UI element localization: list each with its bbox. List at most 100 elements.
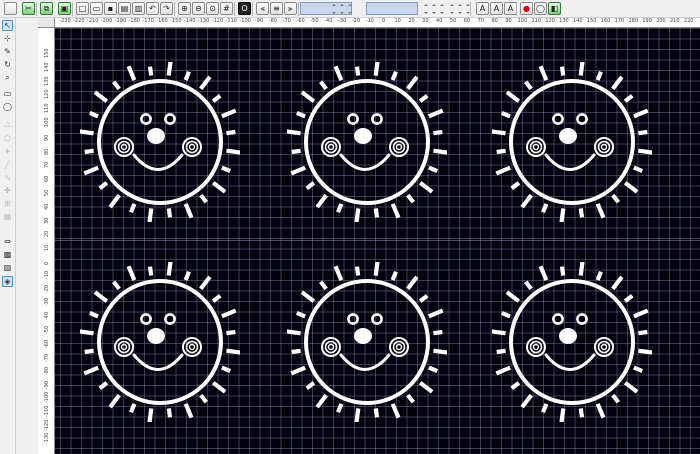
ruler-label: 0 xyxy=(382,18,386,24)
ruler-label: 80 xyxy=(491,18,498,24)
toolbar-separator xyxy=(516,2,517,16)
open-icon[interactable]: ▭ xyxy=(90,2,103,15)
ruler-label: 90 xyxy=(44,134,50,141)
trace-icon[interactable]: ◈ xyxy=(2,276,13,287)
ruler-label: 20 xyxy=(408,18,415,24)
size-spinner[interactable] xyxy=(448,2,476,16)
vertical-ruler: 150 140 130 120 110 100 90 80 70 60 50 40 30 20 10 0 -10… xyxy=(38,28,55,454)
sun-artwork-6[interactable] xyxy=(492,262,652,422)
ruler-label: 160 xyxy=(600,18,611,24)
ruler-label: -20 xyxy=(351,18,361,24)
menu-icon[interactable] xyxy=(4,2,17,15)
ruler-label: 50 xyxy=(449,18,457,24)
ruler-label: -60 xyxy=(296,18,305,24)
cut-icon[interactable]: ✂ xyxy=(22,2,35,15)
red-dot-icon[interactable]: ● xyxy=(520,2,533,15)
text-bold-icon[interactable]: A xyxy=(490,2,503,15)
rotate-icon[interactable]: ↻ xyxy=(2,59,13,70)
y-spinner[interactable] xyxy=(422,2,450,16)
new-icon[interactable]: □ xyxy=(76,2,89,15)
line-icon[interactable]: ╱ xyxy=(2,159,13,170)
ruler-label: 150 xyxy=(586,18,597,24)
save-icon[interactable]: ▪ xyxy=(104,2,117,15)
image-icon[interactable]: ▨ xyxy=(2,262,13,273)
x-spinner[interactable] xyxy=(330,2,358,16)
toolbar-separator xyxy=(252,2,253,16)
scan-icon[interactable]: ▥ xyxy=(132,2,145,15)
ruler-label: 90 xyxy=(505,18,512,24)
ruler-label: 30 xyxy=(44,217,50,224)
redo-icon[interactable]: ↷ xyxy=(160,2,173,15)
ruler-label: -60 xyxy=(44,339,50,348)
ruler-label: 60 xyxy=(44,175,50,183)
outline-icon[interactable]: O xyxy=(238,2,251,15)
align-right-icon[interactable]: ⫸ xyxy=(284,2,297,15)
paste-icon[interactable]: ▣ xyxy=(58,2,71,15)
sun-artwork-4[interactable] xyxy=(80,262,240,422)
print-icon[interactable]: ▤ xyxy=(118,2,131,15)
triangle-icon[interactable]: △ xyxy=(2,118,13,129)
sun-artwork-3[interactable] xyxy=(492,62,652,222)
ruler-label: -170 xyxy=(142,18,154,24)
ruler-label: 130 xyxy=(44,76,50,86)
bezier-icon[interactable]: ∿ xyxy=(2,172,13,183)
zoom-in-icon[interactable]: ⊕ xyxy=(178,2,191,15)
zoom-tool-icon[interactable]: ⌕ xyxy=(2,72,13,83)
ruler-label: -140 xyxy=(184,18,196,24)
ruler-label: -110 xyxy=(225,18,237,24)
ruler-label: -150 xyxy=(170,18,182,24)
ruler-label: -90 xyxy=(44,381,50,390)
ruler-label: -50 xyxy=(44,325,50,334)
ruler-label: 100 xyxy=(44,117,50,127)
weld-icon[interactable]: ⊞ xyxy=(2,198,13,209)
sun-artwork-5[interactable] xyxy=(287,262,447,422)
cross-icon[interactable]: ✚ xyxy=(2,185,13,196)
ruler-label: 110 xyxy=(531,18,542,24)
pointer-icon[interactable]: ↖ xyxy=(2,20,13,31)
tool-column: ↖ ⊹ ✎ ↻ ⌕ ▭ ◯ △ ⬠ ✦ ╱ ∿ ✚ ⊞ ▦ ⇔ ▩ ▨ ◈ xyxy=(0,18,16,454)
ruler-label: -210 xyxy=(87,18,99,24)
align-center-icon[interactable]: ≡ xyxy=(270,2,283,15)
grid-icon[interactable]: # xyxy=(220,2,233,15)
layers-icon[interactable]: ▦ xyxy=(2,211,13,222)
ruler-label: -70 xyxy=(282,18,291,24)
app-window: ✂ ⧉ ▣ □ ▭ ▪ ▤ ▥ ↶ ↷ ⊕ ⊖ ⊙ # O ⫷ ≡ ⫸ A A A ● ◯ ◧ ↖ ⊹ ✎ ↻ ⌕ ▭ ◯ △ ⬠ ✦ ╱ ∿ ✚ ⊞ ▦… xyxy=(0,0,700,454)
ruler-label: -90 xyxy=(254,18,264,24)
rectangle-icon[interactable]: ▭ xyxy=(2,88,13,99)
ruler-label: 10 xyxy=(394,18,401,24)
star-icon[interactable]: ✦ xyxy=(2,146,13,157)
polygon-icon[interactable]: ⬠ xyxy=(2,133,13,144)
ellipse-icon[interactable]: ◯ xyxy=(2,101,13,112)
ruler-label: -20 xyxy=(44,284,50,293)
ruler-label: -70 xyxy=(44,353,50,362)
design-canvas[interactable] xyxy=(55,28,700,454)
circle-icon[interactable]: ◯ xyxy=(534,2,547,15)
ruler-label: -30 xyxy=(44,298,50,307)
toolbar-separator xyxy=(72,2,73,16)
node-edit-icon[interactable]: ⊹ xyxy=(2,33,13,44)
horizontal-ruler: -230 -220 -210 -200 -190 -180 -170 -160 -150 -140… xyxy=(55,18,700,28)
ruler-label: 120 xyxy=(44,89,50,100)
zoom-fit-icon[interactable]: ⊙ xyxy=(206,2,219,15)
toolbar-separator xyxy=(298,2,299,16)
sun-artwork-1[interactable] xyxy=(80,62,240,222)
ruler-label: -50 xyxy=(310,18,319,24)
pen-icon[interactable]: ✎ xyxy=(2,46,13,57)
ruler-label: 70 xyxy=(44,162,50,169)
align-left-icon[interactable]: ⫷ xyxy=(256,2,269,15)
ruler-label: 110 xyxy=(44,103,50,114)
sun-artwork-2[interactable] xyxy=(287,62,447,222)
ruler-label: -230 xyxy=(59,18,71,24)
text-icon[interactable]: A xyxy=(476,2,489,15)
mirror-icon[interactable]: ⇔ xyxy=(2,236,13,247)
ruler-label: -200 xyxy=(100,18,113,24)
ruler-label: 150 xyxy=(44,48,50,58)
copy-icon[interactable]: ⧉ xyxy=(40,2,53,15)
fill-icon[interactable]: ◧ xyxy=(548,2,561,15)
toolbar-separator xyxy=(36,2,37,16)
undo-icon[interactable]: ↶ xyxy=(146,2,159,15)
pattern-icon[interactable]: ▩ xyxy=(2,249,13,260)
zoom-out-icon[interactable]: ⊖ xyxy=(192,2,205,15)
position-y-field[interactable] xyxy=(366,2,418,15)
ruler-corner xyxy=(38,18,55,28)
